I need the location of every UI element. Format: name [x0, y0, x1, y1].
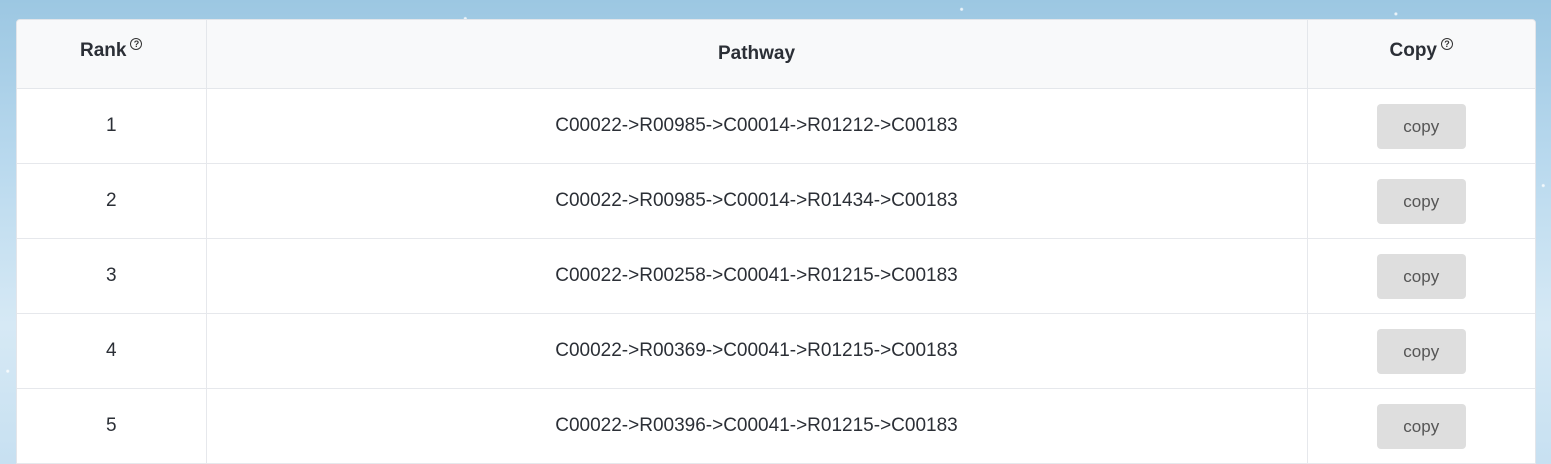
pathway-cell: C00022->R00396->C00041->R01215->C00183	[206, 388, 1308, 464]
copy-column-header: Copy ?	[1307, 20, 1535, 89]
copy-button[interactable]: copy	[1376, 328, 1466, 374]
table-row: 2 C00022->R00985->C00014->R01434->C00183…	[17, 163, 1535, 239]
pathway-table-card: Rank ? Pathway Copy ? 1 C00022->R00985->…	[16, 19, 1536, 464]
copy-help-icon[interactable]: ?	[1441, 38, 1453, 50]
rank-help-icon[interactable]: ?	[130, 38, 143, 50]
pathway-cell: C00022->R00369->C00041->R01215->C00183	[206, 313, 1308, 389]
table-row: 4 C00022->R00369->C00041->R01215->C00183…	[17, 313, 1535, 389]
pathway-cell: C00022->R00258->C00041->R01215->C00183	[206, 238, 1308, 314]
copy-cell: copy	[1307, 88, 1535, 164]
rank-cell: 3	[17, 238, 207, 314]
table-row: 3 C00022->R00258->C00041->R01215->C00183…	[17, 238, 1535, 314]
pathway-column-header: Pathway	[206, 20, 1308, 89]
copy-header-label: Copy	[1389, 40, 1438, 61]
rank-cell: 4	[17, 313, 207, 389]
pathway-cell: C00022->R00985->C00014->R01212->C00183	[206, 88, 1308, 164]
rank-cell: 2	[17, 163, 207, 239]
copy-button[interactable]: copy	[1376, 403, 1466, 449]
copy-cell: copy	[1307, 238, 1535, 314]
pathway-table: Rank ? Pathway Copy ? 1 C00022->R00985->…	[17, 20, 1535, 464]
rank-header-label: Rank	[80, 40, 127, 61]
rank-column-header: Rank ?	[17, 20, 207, 89]
rank-cell: 5	[17, 388, 207, 464]
header-row: Rank ? Pathway Copy ?	[17, 20, 1535, 89]
copy-cell: copy	[1307, 388, 1535, 464]
copy-cell: copy	[1307, 163, 1535, 239]
copy-button[interactable]: copy	[1376, 103, 1466, 149]
table-body: 1 C00022->R00985->C00014->R01212->C00183…	[17, 88, 1535, 464]
copy-cell: copy	[1307, 313, 1535, 389]
table-header: Rank ? Pathway Copy ?	[17, 20, 1535, 89]
table-row: 1 C00022->R00985->C00014->R01212->C00183…	[17, 88, 1535, 164]
copy-button[interactable]: copy	[1376, 178, 1466, 224]
pathway-cell: C00022->R00985->C00014->R01434->C00183	[206, 163, 1308, 239]
table-row: 5 C00022->R00396->C00041->R01215->C00183…	[17, 388, 1535, 464]
pathway-header-label: Pathway	[717, 43, 796, 64]
rank-cell: 1	[17, 88, 207, 164]
copy-button[interactable]: copy	[1376, 253, 1466, 299]
